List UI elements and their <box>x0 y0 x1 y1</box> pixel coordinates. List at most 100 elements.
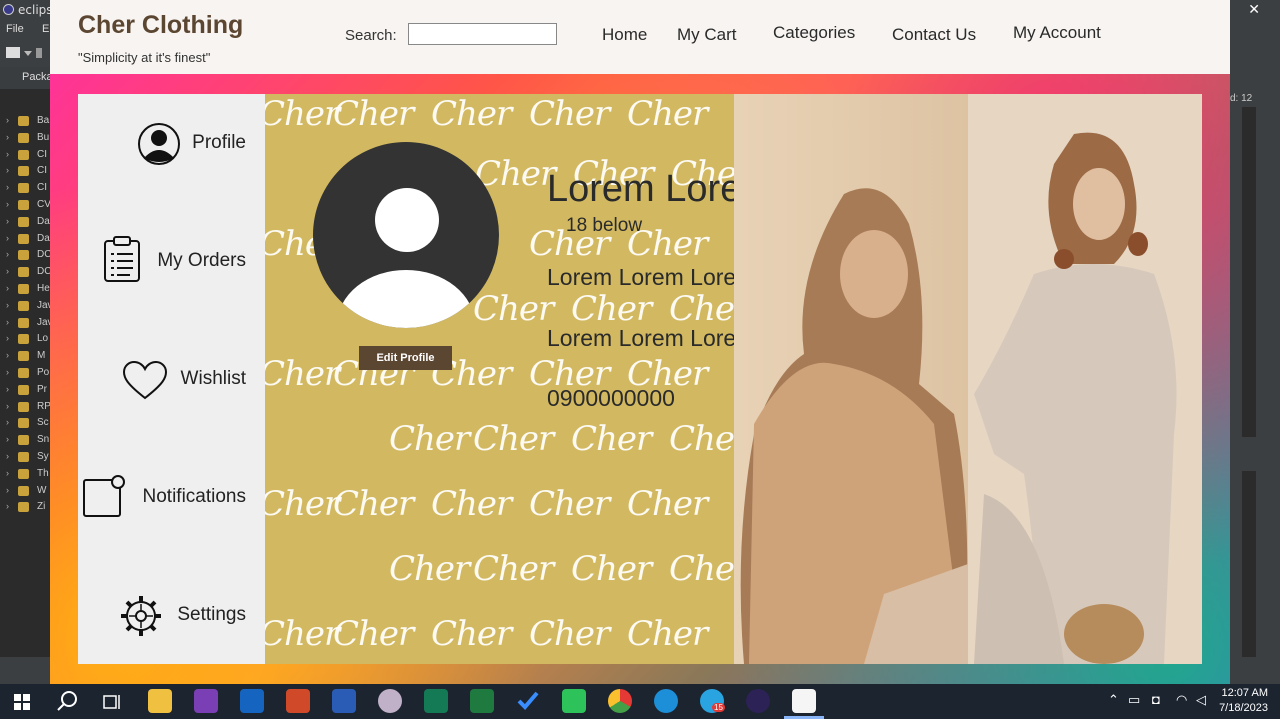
todo-icon[interactable] <box>516 689 540 713</box>
sidebar-item-profile[interactable]: Profile <box>78 114 265 174</box>
chevron-right-icon[interactable]: › <box>6 333 9 343</box>
tree-item[interactable]: › Sn <box>6 432 50 448</box>
paint-icon[interactable] <box>378 689 402 713</box>
meet-icon[interactable]: ◘ <box>1152 692 1160 707</box>
tree-item[interactable]: › Zi <box>6 499 50 515</box>
tree-item[interactable]: › CV <box>6 197 51 213</box>
nav-home[interactable]: Home <box>602 25 647 45</box>
file-explorer-icon[interactable] <box>148 689 172 713</box>
tree-item[interactable]: › Da <box>6 231 50 247</box>
sidebar-item-settings[interactable]: Settings <box>78 586 265 646</box>
tree-item[interactable]: › Ba <box>6 113 50 129</box>
watermark-text: Cher <box>529 94 610 134</box>
nav-categories[interactable]: Categories <box>773 23 855 43</box>
tree-item-label: RP <box>37 400 51 412</box>
watermark-text: Cher <box>389 549 470 589</box>
chevron-right-icon[interactable]: › <box>6 300 9 310</box>
tree-item[interactable]: › Sy <box>6 449 50 465</box>
word-icon[interactable] <box>332 689 356 713</box>
chevron-right-icon[interactable]: › <box>6 384 9 394</box>
chevron-right-icon[interactable]: › <box>6 317 9 327</box>
folder-icon <box>18 166 29 177</box>
chevron-right-icon[interactable]: › <box>6 434 9 444</box>
battery-icon[interactable]: ▭ <box>1128 692 1140 708</box>
watermark-text: Cher <box>473 419 554 459</box>
tree-item[interactable]: › CI <box>6 163 50 179</box>
tree-item[interactable]: › He <box>6 281 50 297</box>
nav-account[interactable]: My Account <box>1013 23 1101 43</box>
tree-item[interactable]: › Th <box>6 466 50 482</box>
tree-item[interactable]: › Sc <box>6 415 50 431</box>
whatsapp-icon[interactable] <box>562 689 586 713</box>
sidebar-item-notifications[interactable]: Notifications <box>78 468 265 528</box>
chevron-right-icon[interactable]: › <box>6 350 9 360</box>
chevron-right-icon[interactable]: › <box>6 165 9 175</box>
clock-date: 7/18/2023 <box>1219 702 1268 714</box>
chevron-right-icon[interactable]: › <box>6 115 9 125</box>
java-icon[interactable] <box>792 689 816 713</box>
onenote-icon[interactable] <box>194 689 218 713</box>
tree-item[interactable]: › M <box>6 348 50 364</box>
tree-item[interactable]: › Jav <box>6 298 53 314</box>
search-icon[interactable] <box>57 690 79 712</box>
chevron-right-icon[interactable]: › <box>6 485 9 495</box>
clock[interactable]: 12:07 AM 7/18/2023 <box>1219 686 1268 716</box>
chevron-up-icon[interactable]: ⌃ <box>1108 692 1119 708</box>
chevron-right-icon[interactable]: › <box>6 367 9 377</box>
tree-item[interactable]: › DC <box>6 264 51 280</box>
tree-item[interactable]: › Bu <box>6 130 50 146</box>
chevron-right-icon[interactable]: › <box>6 233 9 243</box>
tree-item[interactable]: › Pr <box>6 382 50 398</box>
menu-edit[interactable]: E <box>42 23 49 35</box>
tree-item[interactable]: › Jav <box>6 315 53 331</box>
excel-icon[interactable] <box>470 689 494 713</box>
edit-profile-button[interactable]: Edit Profile <box>359 346 452 370</box>
chevron-right-icon[interactable]: › <box>6 182 9 192</box>
tree-item[interactable]: › CI <box>6 147 50 163</box>
chrome-icon[interactable] <box>608 689 632 713</box>
sidebar-item-orders[interactable]: My Orders <box>78 232 265 292</box>
tree-item[interactable]: › CI <box>6 180 50 196</box>
nav-contact[interactable]: Contact Us <box>892 25 976 45</box>
folder-icon <box>18 485 29 496</box>
chevron-right-icon[interactable]: › <box>6 149 9 159</box>
chevron-right-icon[interactable]: › <box>6 468 9 478</box>
tree-item[interactable]: › Lo <box>6 331 50 347</box>
chevron-right-icon[interactable]: › <box>6 132 9 142</box>
tree-item[interactable]: › Po <box>6 365 50 381</box>
powerpoint-icon[interactable] <box>286 689 310 713</box>
telegram-icon[interactable]: 15 <box>700 689 725 713</box>
tree-item[interactable]: › W <box>6 483 50 499</box>
tree-item[interactable]: › RP <box>6 399 51 415</box>
chevron-right-icon[interactable]: › <box>6 501 9 511</box>
close-icon[interactable]: ✕ <box>1248 1 1260 18</box>
tree-item[interactable]: › Da <box>6 214 50 230</box>
search-input[interactable] <box>408 23 557 45</box>
watermark-text: Cher <box>669 549 734 589</box>
chevron-right-icon[interactable]: › <box>6 451 9 461</box>
chevron-right-icon[interactable]: › <box>6 266 9 276</box>
menu-file[interactable]: File <box>6 23 24 35</box>
eclipse-icon[interactable] <box>746 689 770 713</box>
volume-icon[interactable]: ◁ <box>1196 692 1206 708</box>
brand-name[interactable]: Cher Clothing <box>78 11 243 40</box>
edge-icon[interactable] <box>654 689 678 713</box>
tree-item[interactable]: › DC <box>6 247 51 263</box>
publisher-icon[interactable] <box>424 689 448 713</box>
task-view-icon[interactable] <box>103 693 121 711</box>
watermark-text: Cher <box>529 484 610 524</box>
chevron-right-icon[interactable]: › <box>6 417 9 427</box>
nav-cart[interactable]: My Cart <box>677 25 737 45</box>
sidebar-item-wishlist[interactable]: Wishlist <box>78 350 265 410</box>
new-file-icon[interactable] <box>4 43 44 63</box>
chevron-right-icon[interactable]: › <box>6 249 9 259</box>
chevron-right-icon[interactable]: › <box>6 216 9 226</box>
scrollbar[interactable] <box>1242 107 1256 437</box>
chevron-right-icon[interactable]: › <box>6 199 9 209</box>
outlook-icon[interactable] <box>240 689 264 713</box>
chevron-right-icon[interactable]: › <box>6 401 9 411</box>
start-icon[interactable] <box>14 694 30 710</box>
wifi-icon[interactable]: ◠ <box>1176 692 1187 708</box>
chevron-right-icon[interactable]: › <box>6 283 9 293</box>
scrollbar[interactable] <box>1242 471 1256 661</box>
